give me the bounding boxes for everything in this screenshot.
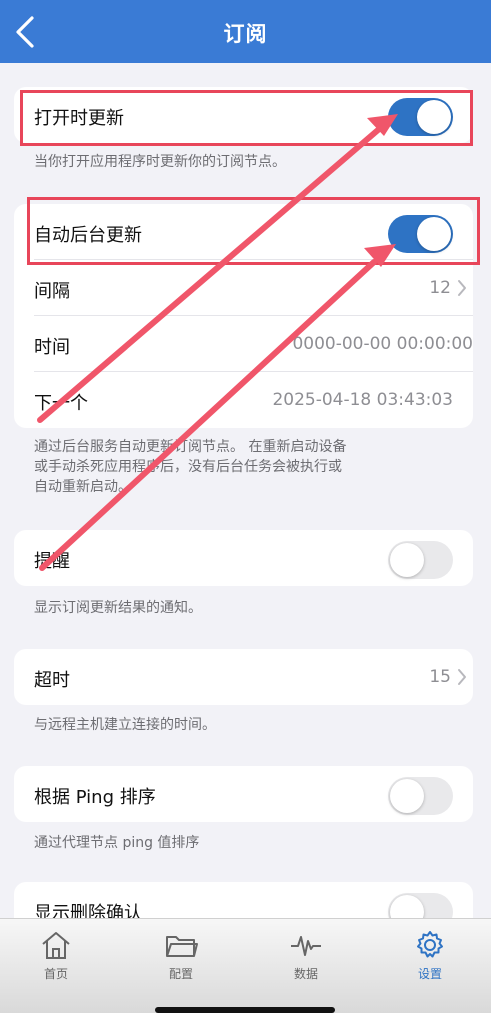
auto-update-description-line: 自动重新启动。 <box>34 479 132 495</box>
timeout-card: 超时 15 <box>14 649 473 705</box>
tab-config[interactable]: 配置 <box>141 929 221 982</box>
time-label: 时间 <box>34 337 70 358</box>
next-run-value: 2025-04-18 03:43:03 <box>272 390 453 410</box>
tab-data[interactable]: 数据 <box>266 929 346 982</box>
pulse-icon <box>291 936 321 956</box>
home-indicator <box>155 1007 335 1013</box>
time-value: 0000-00-00 00:00:00 <box>292 334 473 354</box>
time-row: 时间 0000-00-00 00:00:00 <box>34 316 473 372</box>
tab-bar: 首页 配置 数据 设置 <box>0 918 491 1013</box>
settings-list: 打开时更新 当你打开应用程序时更新你的订阅节点。 自动后台更新 间隔 12 时间… <box>0 63 491 918</box>
auto-update-description-line: 通过后台服务自动更新订阅节点。 在重新启动设备 <box>34 439 347 455</box>
reminder-card: 提醒 <box>14 530 473 586</box>
reminder-toggle[interactable] <box>388 541 453 579</box>
timeout-value: 15 <box>429 667 451 687</box>
chevron-right-icon <box>458 669 466 685</box>
interval-label: 间隔 <box>34 281 70 302</box>
next-run-row: 下一个 2025-04-18 03:43:03 <box>34 372 473 428</box>
ping-sort-toggle[interactable] <box>388 777 453 815</box>
auto-update-description-line: 或手动杀死应用程序后，没有后台任务会被执行或 <box>34 459 342 475</box>
delete-confirm-row: 显示删除确认 <box>34 882 473 918</box>
tab-home-label: 首页 <box>43 967 68 981</box>
toggle-knob <box>390 895 424 918</box>
toggle-knob <box>390 543 424 577</box>
reminder-description: 显示订阅更新结果的通知。 <box>34 600 202 616</box>
auto-update-description: 通过后台服务自动更新订阅节点。 在重新启动设备 或手动杀死应用程序后，没有后台任… <box>34 437 444 497</box>
folder-icon <box>166 936 198 957</box>
reminder-label: 提醒 <box>34 551 70 572</box>
tab-config-label: 配置 <box>168 967 193 981</box>
interval-value: 12 <box>429 278 451 298</box>
update-on-open-description: 当你打开应用程序时更新你的订阅节点。 <box>34 154 286 170</box>
timeout-label: 超时 <box>34 670 70 691</box>
tab-home[interactable]: 首页 <box>16 929 96 982</box>
reminder-row: 提醒 <box>34 530 473 586</box>
ping-sort-card: 根据 Ping 排序 <box>14 766 473 822</box>
tab-data-label: 数据 <box>293 967 318 981</box>
interval-row[interactable]: 间隔 12 <box>34 260 473 316</box>
tab-settings[interactable]: 设置 <box>390 929 470 982</box>
ping-sort-description: 通过代理节点 ping 值排序 <box>34 835 200 851</box>
ping-sort-label: 根据 Ping 排序 <box>34 787 156 808</box>
ping-sort-row: 根据 Ping 排序 <box>34 766 473 822</box>
highlight-box-update-on-open <box>20 90 473 146</box>
delete-confirm-toggle[interactable] <box>388 893 453 918</box>
highlight-box-auto-update <box>27 197 480 265</box>
delete-confirm-label: 显示删除确认 <box>34 903 142 918</box>
toggle-knob <box>390 779 424 813</box>
timeout-description: 与远程主机建立连接的时间。 <box>34 717 216 733</box>
chevron-right-icon <box>458 280 466 296</box>
delete-confirm-card: 显示删除确认 <box>14 882 473 918</box>
tab-settings-label: 设置 <box>417 967 442 981</box>
page-title: 订阅 <box>223 22 268 46</box>
nav-bar: 订阅 <box>0 0 491 63</box>
next-run-label: 下一个 <box>34 393 88 414</box>
home-icon <box>42 932 70 959</box>
timeout-row[interactable]: 超时 15 <box>34 649 473 705</box>
gear-icon <box>417 931 443 958</box>
